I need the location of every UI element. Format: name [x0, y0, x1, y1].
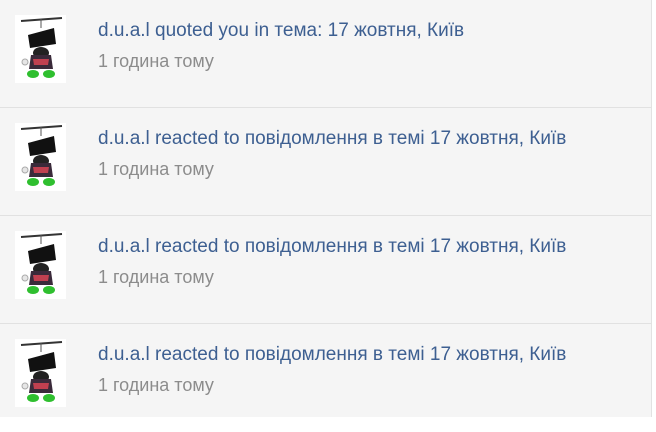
- notification-time: 1 година тому: [98, 267, 214, 287]
- notification-title-link[interactable]: d.u.a.l quoted you in тема: 17 жовтня, К…: [98, 18, 641, 44]
- notification-title-link[interactable]: d.u.a.l reacted to повідомлення в темі 1…: [98, 234, 641, 260]
- notification-time: 1 година тому: [98, 51, 214, 71]
- notification-item[interactable]: d.u.a.l reacted to повідомлення в темі 1…: [0, 324, 651, 432]
- notification-time: 1 година тому: [98, 159, 214, 179]
- notification-title-link[interactable]: d.u.a.l reacted to повідомлення в темі 1…: [98, 126, 641, 152]
- user-avatar-icon[interactable]: [15, 339, 66, 407]
- notification-item[interactable]: d.u.a.l reacted to повідомлення в темі 1…: [0, 216, 651, 324]
- notification-title-link[interactable]: d.u.a.l reacted to повідомлення в темі 1…: [98, 342, 641, 368]
- notification-list: d.u.a.l quoted you in тема: 17 жовтня, К…: [0, 0, 651, 417]
- scrollbar-track[interactable]: [651, 0, 656, 417]
- notification-item[interactable]: d.u.a.l reacted to повідомлення в темі 1…: [0, 108, 651, 216]
- user-avatar-icon[interactable]: [15, 231, 66, 299]
- user-avatar-icon[interactable]: [15, 15, 66, 83]
- notification-item[interactable]: d.u.a.l quoted you in тема: 17 жовтня, К…: [0, 0, 651, 108]
- notification-time: 1 година тому: [98, 375, 214, 395]
- user-avatar-icon[interactable]: [15, 123, 66, 191]
